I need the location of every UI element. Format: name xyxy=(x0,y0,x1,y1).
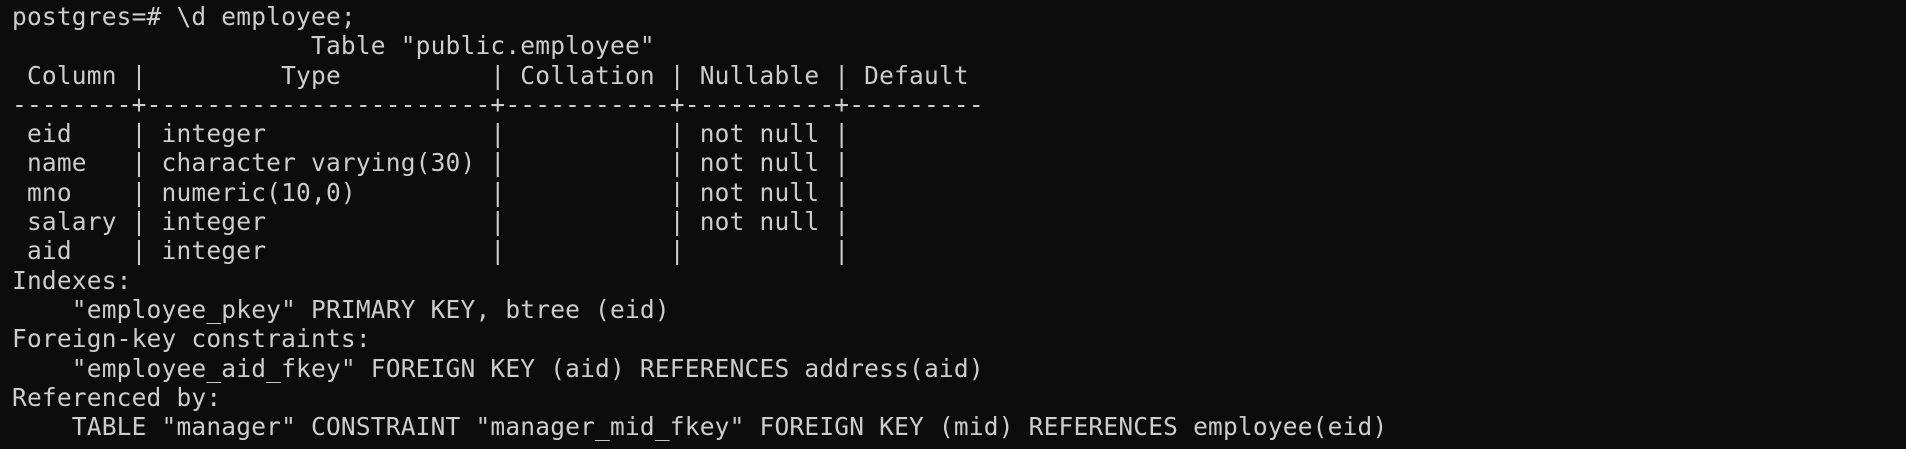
table-separator: --------+-----------------------+-------… xyxy=(12,89,984,119)
prompt-command-line: postgres=# \d employee; xyxy=(12,2,356,31)
foreign-key-heading: Foreign-key constraints: xyxy=(12,324,371,354)
table-row-eid: eid | integer | | not null | xyxy=(12,119,850,149)
table-title: Table "public.employee" xyxy=(12,31,655,61)
table-header-row: Column | Type | Collation | Nullable | D… xyxy=(12,60,969,90)
index-entry: "employee_pkey" PRIMARY KEY, btree (eid) xyxy=(12,294,670,324)
terminal-window[interactable]: postgres=# \d employee; Table "public.em… xyxy=(0,0,1906,449)
table-row-salary: salary | integer | | not null | xyxy=(12,207,850,237)
referenced-by-heading: Referenced by: xyxy=(12,382,222,412)
indexes-heading: Indexes: xyxy=(12,265,132,295)
table-row-name: name | character varying(30) | | not nul… xyxy=(12,148,850,178)
foreign-key-entry: "employee_aid_fkey" FOREIGN KEY (aid) RE… xyxy=(12,353,984,383)
referenced-by-entry: TABLE "manager" CONSTRAINT "manager_mid_… xyxy=(12,412,1388,442)
table-row-aid: aid | integer | | | xyxy=(12,236,850,266)
table-row-mno: mno | numeric(10,0) | | not null | xyxy=(12,177,850,207)
